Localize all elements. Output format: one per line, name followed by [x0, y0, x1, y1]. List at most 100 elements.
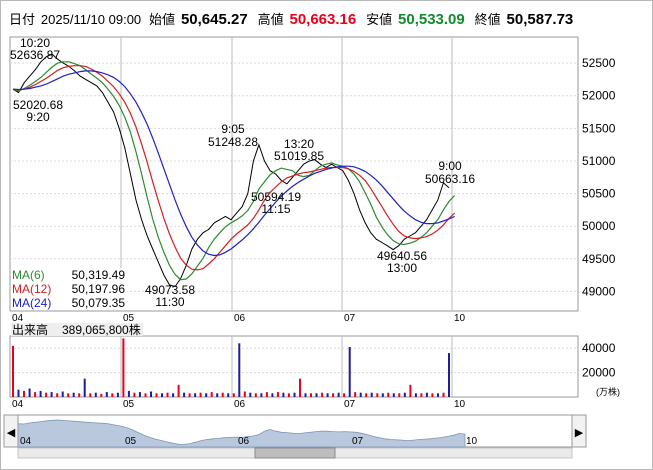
annotation-time: 9:00	[438, 159, 462, 173]
volume-bar	[138, 392, 141, 397]
volume-bar	[409, 384, 412, 397]
volume-bar	[376, 393, 379, 397]
volume-bar	[276, 392, 279, 397]
volume-bar	[287, 393, 290, 397]
volume-bar	[370, 392, 373, 397]
volume-bar	[56, 393, 59, 397]
ma-legend-label: MA(12)	[12, 282, 51, 296]
right-arrow-icon: ▶	[575, 427, 584, 439]
volume-bar	[243, 391, 246, 397]
volume-bar	[210, 392, 213, 397]
volume-bar	[420, 393, 423, 397]
annotation-price: 50594.19	[251, 190, 301, 204]
volume-bar	[437, 393, 439, 397]
annotation-time: 11:30	[155, 295, 184, 309]
volume-bar	[310, 393, 312, 397]
volume-bar	[425, 392, 428, 397]
volume-bar	[127, 390, 130, 397]
volume-bar	[348, 347, 351, 397]
volume-bar	[265, 392, 268, 397]
volume-bar	[216, 393, 219, 397]
volume-bar	[398, 393, 401, 397]
volume-bar	[282, 392, 285, 397]
price-y-tick-label: 51500	[582, 121, 616, 135]
volume-bar	[188, 393, 191, 397]
navigator-x-tick-label: 06	[238, 436, 250, 447]
volume-bar	[28, 388, 31, 397]
volume-bar	[381, 393, 384, 397]
annotation-time: 13:00	[387, 261, 417, 275]
volume-bar	[94, 392, 97, 397]
volume-bar	[299, 378, 301, 397]
volume-bar	[293, 392, 296, 397]
volume-bar	[199, 392, 202, 397]
volume-bar	[61, 391, 64, 397]
volume-bar	[166, 392, 169, 397]
scrollbar-thumb[interactable]	[254, 447, 336, 459]
volume-bar	[315, 393, 318, 397]
left-arrow-icon: ◀	[7, 427, 16, 439]
volume-bar	[359, 392, 362, 397]
volume-bar	[365, 393, 368, 397]
volume-bar	[343, 393, 346, 397]
volume-bar	[89, 393, 92, 397]
annotation-time: 9:05	[221, 122, 245, 136]
ma-legend-label: MA(6)	[12, 268, 45, 282]
volume-bar	[39, 390, 42, 397]
navigator-x-tick-label: 05	[125, 436, 137, 447]
volume-bar	[260, 393, 263, 397]
volume-bar	[332, 393, 335, 397]
ma-legend-value: 50,197.96	[72, 282, 126, 296]
annotation-price: 52636.87	[10, 48, 60, 62]
price-x-tick-label: 07	[344, 313, 356, 324]
volume-bar	[144, 393, 147, 397]
annotation-time: 9:20	[26, 110, 50, 124]
volume-total: 389,065,800株	[62, 322, 141, 337]
volume-bar	[177, 384, 180, 397]
price-y-tick-label: 49500	[582, 252, 616, 266]
volume-bar	[78, 393, 81, 397]
volume-bar	[83, 378, 86, 397]
price-y-tick-label: 49000	[582, 284, 616, 298]
price-x-tick-label: 06	[234, 313, 246, 324]
volume-bar	[17, 389, 20, 397]
volume-bar	[249, 392, 252, 397]
volume-x-tick-label: 10	[454, 399, 466, 410]
ma-legend-value: 50,319.49	[72, 268, 126, 282]
ma-legend-value: 50,079.35	[72, 296, 126, 310]
annotation-price: 52020.68	[13, 98, 63, 112]
volume-bar	[172, 393, 175, 397]
volume-bar	[50, 392, 53, 397]
volume-bar	[321, 392, 324, 397]
volume-bar	[111, 393, 114, 397]
volume-bar	[392, 393, 395, 397]
volume-panel	[9, 335, 579, 398]
volume-x-tick-label: 06	[234, 399, 246, 410]
annotation-time: 11:15	[261, 202, 290, 216]
volume-bar	[448, 353, 450, 397]
annotation-price: 49073.58	[145, 283, 195, 297]
volume-bar	[23, 390, 25, 397]
volume-bar	[238, 343, 241, 397]
volume-bar	[232, 393, 235, 397]
annotation-price: 51019.85	[274, 149, 324, 163]
price-x-tick-label: 10	[454, 313, 466, 324]
volume-y-tick-label: 40000	[582, 341, 616, 355]
price-y-tick-label: 50000	[582, 219, 616, 233]
annotation-price: 50663.16	[425, 172, 475, 186]
volume-bar	[194, 393, 197, 397]
volume-bar	[354, 392, 357, 397]
volume-bar	[442, 392, 445, 397]
volume-bar	[105, 392, 108, 397]
volume-bar	[271, 393, 274, 397]
volume-bar	[150, 391, 152, 397]
volume-bar	[326, 393, 329, 397]
volume-bar	[414, 393, 417, 397]
volume-bar	[122, 338, 125, 397]
volume-x-tick-label: 05	[123, 399, 135, 410]
volume-bar	[116, 392, 119, 397]
volume-bar	[431, 393, 434, 397]
volume-bar	[304, 393, 307, 397]
ma-legend-label: MA(24)	[12, 296, 51, 310]
chart-canvas: 49000 49500 50000 50500 51000 51500 52000 52500…	[3, 36, 620, 459]
